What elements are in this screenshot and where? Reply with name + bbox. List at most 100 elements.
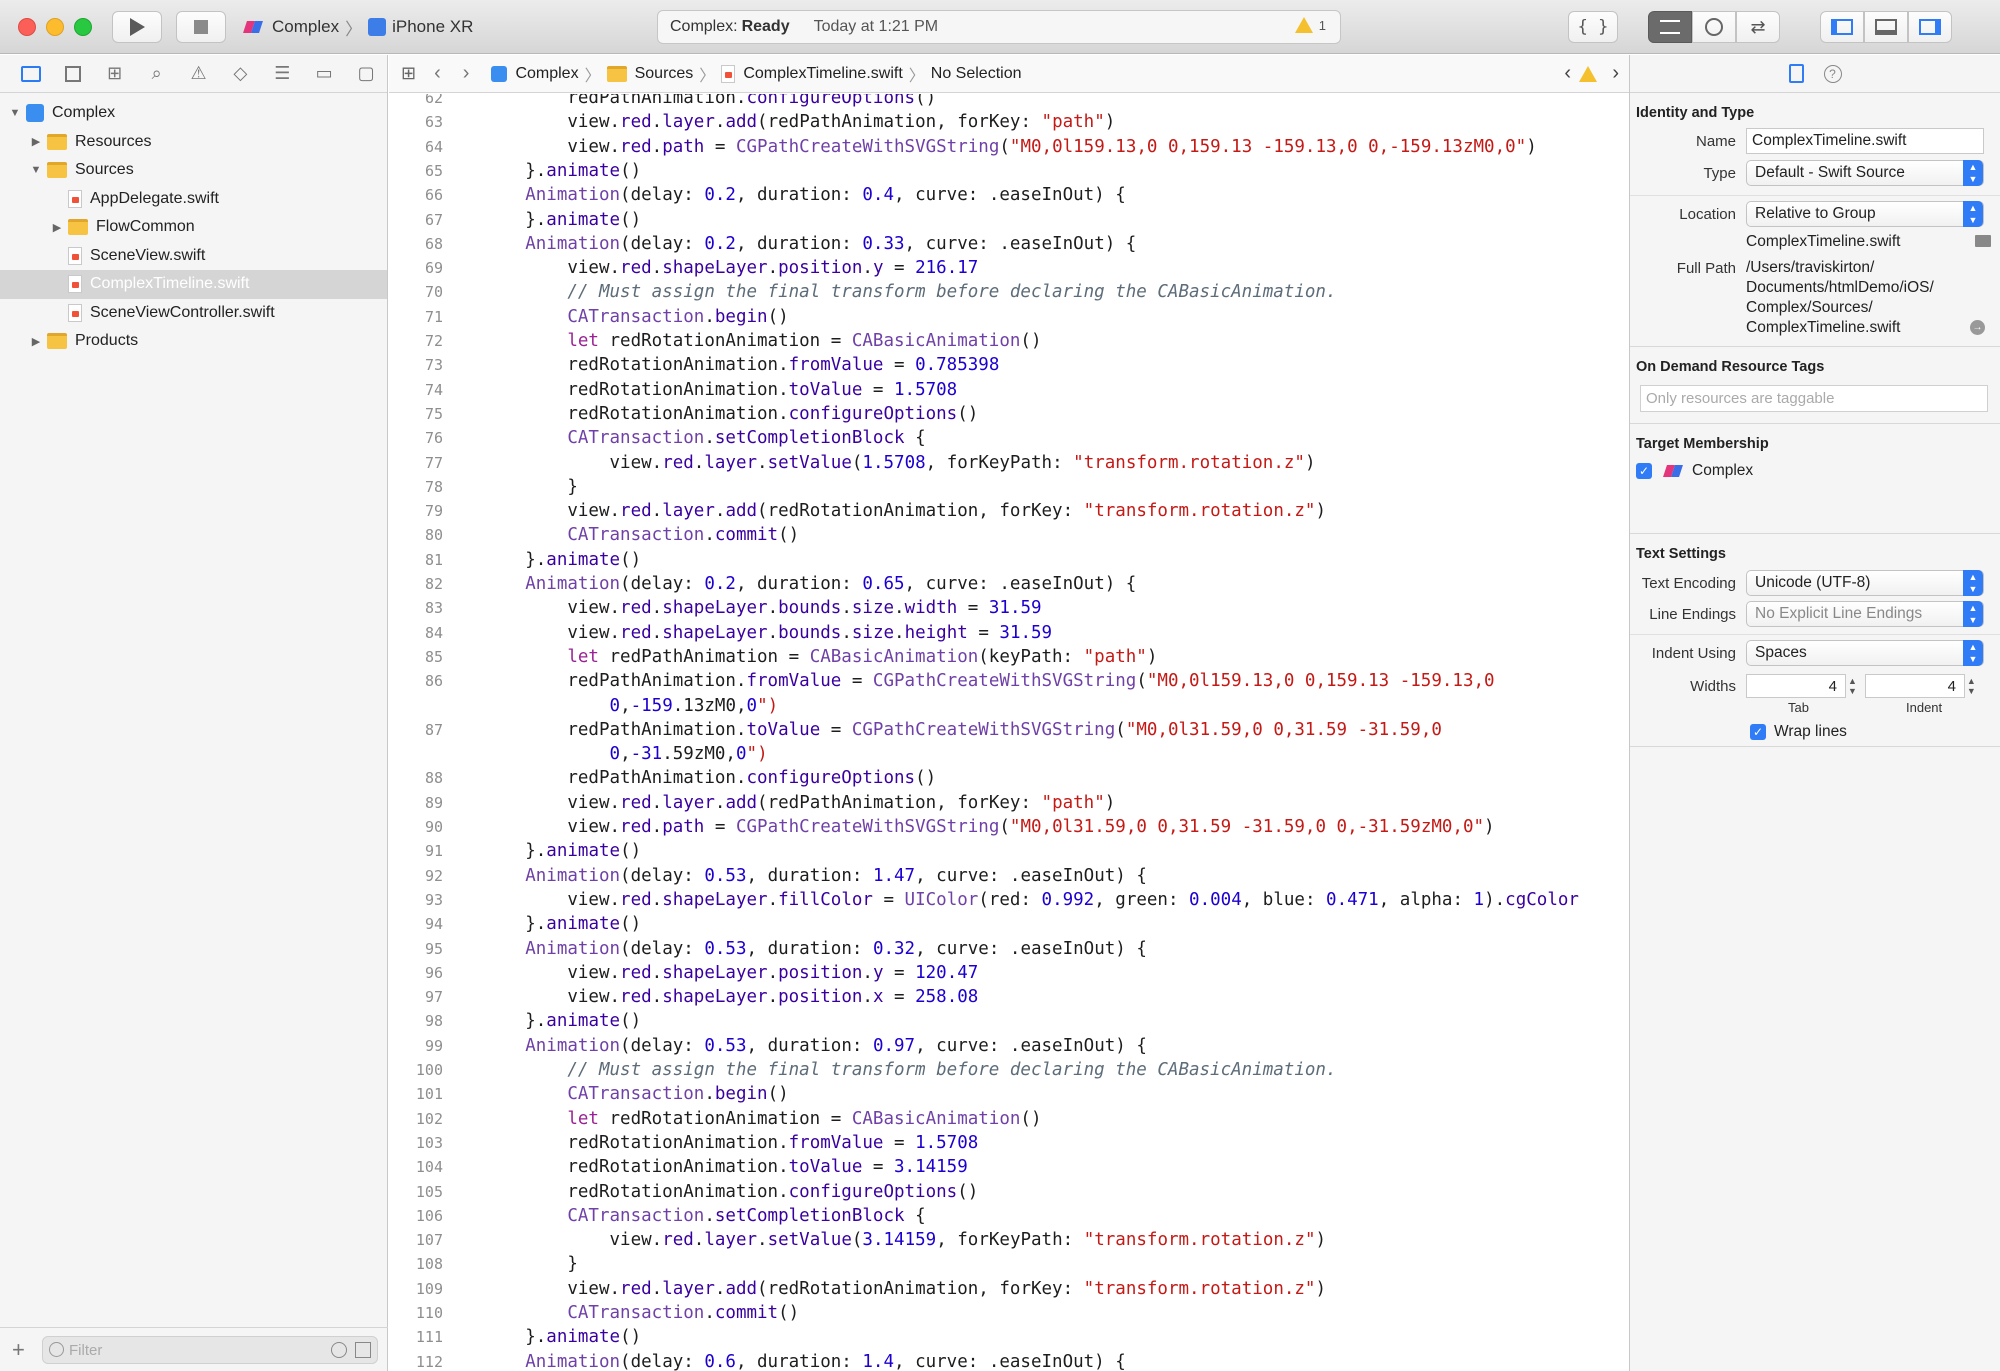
assistant-editor-button[interactable] — [1692, 11, 1736, 43]
code-line[interactable]: 98 }.animate() — [389, 1009, 1609, 1033]
code-line[interactable]: 73 redRotationAnimation.fromValue = 0.78… — [389, 353, 1609, 377]
tree-row[interactable]: ▶ Products — [0, 327, 387, 356]
location-select[interactable]: Relative to Group ▲ ▼ — [1746, 201, 1984, 227]
warning-icon[interactable] — [1579, 66, 1597, 82]
standard-editor-button[interactable] — [1648, 11, 1692, 43]
code-line[interactable]: 69 view.red.shapeLayer.position.y = 216.… — [389, 256, 1609, 280]
indent-width-stepper-icon[interactable]: ▲ ▼ — [1967, 676, 1976, 696]
source-editor[interactable]: 62 redPathAnimation.configureOptions() 63… — [389, 94, 1629, 1371]
library-button[interactable]: { } — [1568, 11, 1618, 43]
next-issue-chevron-icon[interactable]: › — [1612, 62, 1619, 85]
code-line[interactable]: 65 }.animate() — [389, 159, 1609, 183]
indent-width-field[interactable]: 4 — [1864, 674, 1965, 698]
code-line[interactable]: 93 view.red.shapeLayer.fillColor = UICol… — [389, 888, 1609, 912]
wrap-lines-checkbox[interactable]: ✓ — [1750, 724, 1766, 740]
breakpoint-navigator-tab[interactable]: ▭ — [303, 55, 345, 93]
code-line[interactable]: 92 Animation(delay: 0.53, duration: 1.47… — [389, 864, 1609, 888]
code-line[interactable]: 89 view.red.layer.add(redPathAnimation, … — [389, 791, 1609, 815]
warning-indicator[interactable]: 1 — [1294, 17, 1326, 33]
code-line[interactable]: 86 redPathAnimation.fromValue = CGPathCr… — [389, 669, 1609, 693]
code-line[interactable]: 102 let redRotationAnimation = CABasicAn… — [389, 1107, 1609, 1131]
code-line[interactable]: 75 redRotationAnimation.configureOptions… — [389, 402, 1609, 426]
code-line[interactable]: 74 redRotationAnimation.toValue = 1.5708 — [389, 378, 1609, 402]
code-line[interactable]: 66 Animation(delay: 0.2, duration: 0.4, … — [389, 183, 1609, 207]
issue-navigator-tab[interactable]: ⚠ — [178, 55, 220, 93]
code-line[interactable]: 100 // Must assign the final transform b… — [389, 1058, 1609, 1082]
jumpbar-selection[interactable]: No Selection — [931, 65, 1022, 83]
tree-row[interactable]: ▶ Resources — [0, 128, 387, 157]
code-line[interactable]: 101 CATransaction.begin() — [389, 1082, 1609, 1106]
code-line[interactable]: 94 }.animate() — [389, 912, 1609, 936]
code-line[interactable]: 87 redPathAnimation.toValue = CGPathCrea… — [389, 718, 1609, 742]
indent-using-select[interactable]: Spaces ▲ ▼ — [1746, 640, 1984, 666]
debug-navigator-tab[interactable]: ☰ — [261, 55, 303, 93]
previous-issue-chevron-icon[interactable]: ‹ — [1564, 62, 1571, 85]
code-line[interactable]: 64 view.red.path = CGPathCreateWithSVGSt… — [389, 135, 1609, 159]
tree-row[interactable]: ▶ FlowCommon — [0, 213, 387, 242]
window-zoom-button[interactable] — [74, 18, 92, 36]
jumpbar-group[interactable]: Sources — [635, 65, 694, 83]
scheme-selector[interactable]: Complex 〉 iPhone XR — [244, 15, 473, 39]
code-line[interactable]: 68 Animation(delay: 0.2, duration: 0.33,… — [389, 232, 1609, 256]
test-navigator-tab[interactable]: ◇ — [219, 55, 261, 93]
code-line[interactable]: 0,-159.13zM0,0") — [389, 694, 1609, 718]
disclosure-triangle-icon[interactable]: ▶ — [29, 335, 43, 348]
tab-width-stepper-icon[interactable]: ▲ ▼ — [1848, 676, 1857, 696]
disclosure-triangle-icon[interactable]: ▼ — [8, 107, 22, 119]
scm-filter-icon[interactable] — [355, 1342, 371, 1358]
source-control-navigator-tab[interactable] — [52, 55, 94, 93]
code-line[interactable]: 104 redRotationAnimation.toValue = 3.141… — [389, 1155, 1609, 1179]
quick-help-icon[interactable]: ? — [1823, 64, 1842, 83]
target-checkbox[interactable]: ✓ — [1636, 463, 1652, 479]
toggle-debug-area-button[interactable] — [1864, 11, 1908, 43]
toggle-inspector-button[interactable] — [1908, 11, 1952, 43]
code-line[interactable]: 67 }.animate() — [389, 208, 1609, 232]
forward-chevron-icon[interactable]: › — [463, 62, 470, 85]
code-line[interactable]: 0,-31.59zM0,0") — [389, 742, 1609, 766]
add-icon[interactable]: + — [12, 1337, 25, 1363]
odr-tags-field[interactable]: Only resources are taggable — [1640, 385, 1988, 412]
code-line[interactable]: 97 view.red.shapeLayer.position.x = 258.… — [389, 985, 1609, 1009]
code-line[interactable]: 81 }.animate() — [389, 548, 1609, 572]
tree-row[interactable]: AppDelegate.swift — [0, 185, 387, 214]
code-line[interactable]: 76 CATransaction.setCompletionBlock { — [389, 426, 1609, 450]
code-line[interactable]: 112 Animation(delay: 0.6, duration: 1.4,… — [389, 1350, 1609, 1371]
name-field[interactable]: ComplexTimeline.swift — [1746, 128, 1984, 154]
code-line[interactable]: 77 view.red.layer.setValue(1.5708, forKe… — [389, 451, 1609, 475]
choose-folder-icon[interactable] — [1975, 235, 1991, 247]
version-editor-button[interactable]: ⇄ — [1736, 11, 1780, 43]
code-line[interactable]: 108 } — [389, 1252, 1609, 1276]
code-line[interactable]: 71 CATransaction.begin() — [389, 305, 1609, 329]
code-line[interactable]: 82 Animation(delay: 0.2, duration: 0.65,… — [389, 572, 1609, 596]
code-line[interactable]: 95 Animation(delay: 0.53, duration: 0.32… — [389, 937, 1609, 961]
code-line[interactable]: 62 redPathAnimation.configureOptions() — [389, 94, 1609, 110]
code-line[interactable]: 111 }.animate() — [389, 1325, 1609, 1349]
tree-row[interactable]: ▼ Complex — [0, 99, 387, 128]
code-line[interactable]: 63 view.red.layer.add(redPathAnimation, … — [389, 110, 1609, 134]
run-button[interactable] — [112, 11, 162, 43]
project-navigator-tab[interactable] — [10, 55, 52, 93]
code-line[interactable]: 85 let redPathAnimation = CABasicAnimati… — [389, 645, 1609, 669]
code-line[interactable]: 106 CATransaction.setCompletionBlock { — [389, 1204, 1609, 1228]
type-select[interactable]: Default - Swift Source ▲ ▼ — [1746, 160, 1984, 186]
code-line[interactable]: 103 redRotationAnimation.fromValue = 1.5… — [389, 1131, 1609, 1155]
code-line[interactable]: 105 redRotationAnimation.configureOption… — [389, 1180, 1609, 1204]
disclosure-triangle-icon[interactable]: ▶ — [50, 221, 64, 234]
window-minimize-button[interactable] — [46, 18, 64, 36]
stop-button[interactable] — [176, 11, 226, 43]
tab-width-field[interactable]: 4 — [1746, 674, 1846, 698]
recent-files-icon[interactable] — [331, 1342, 347, 1358]
symbol-navigator-tab[interactable]: ⊞ — [94, 55, 136, 93]
code-line[interactable]: 107 view.red.layer.setValue(3.14159, for… — [389, 1228, 1609, 1252]
window-close-button[interactable] — [18, 18, 36, 36]
code-line[interactable]: 70 // Must assign the final transform be… — [389, 280, 1609, 304]
code-line[interactable]: 83 view.red.shapeLayer.bounds.size.width… — [389, 596, 1609, 620]
find-navigator-tab[interactable]: ⌕ — [136, 55, 178, 93]
jumpbar-file[interactable]: ComplexTimeline.swift — [743, 65, 902, 83]
line-endings-select[interactable]: No Explicit Line Endings ▲ ▼ — [1746, 601, 1984, 627]
code-line[interactable]: 88 redPathAnimation.configureOptions() — [389, 766, 1609, 790]
file-inspector-icon[interactable] — [1788, 64, 1804, 83]
code-line[interactable]: 91 }.animate() — [389, 839, 1609, 863]
code-line[interactable]: 110 CATransaction.commit() — [389, 1301, 1609, 1325]
code-line[interactable]: 84 view.red.shapeLayer.bounds.size.heigh… — [389, 621, 1609, 645]
